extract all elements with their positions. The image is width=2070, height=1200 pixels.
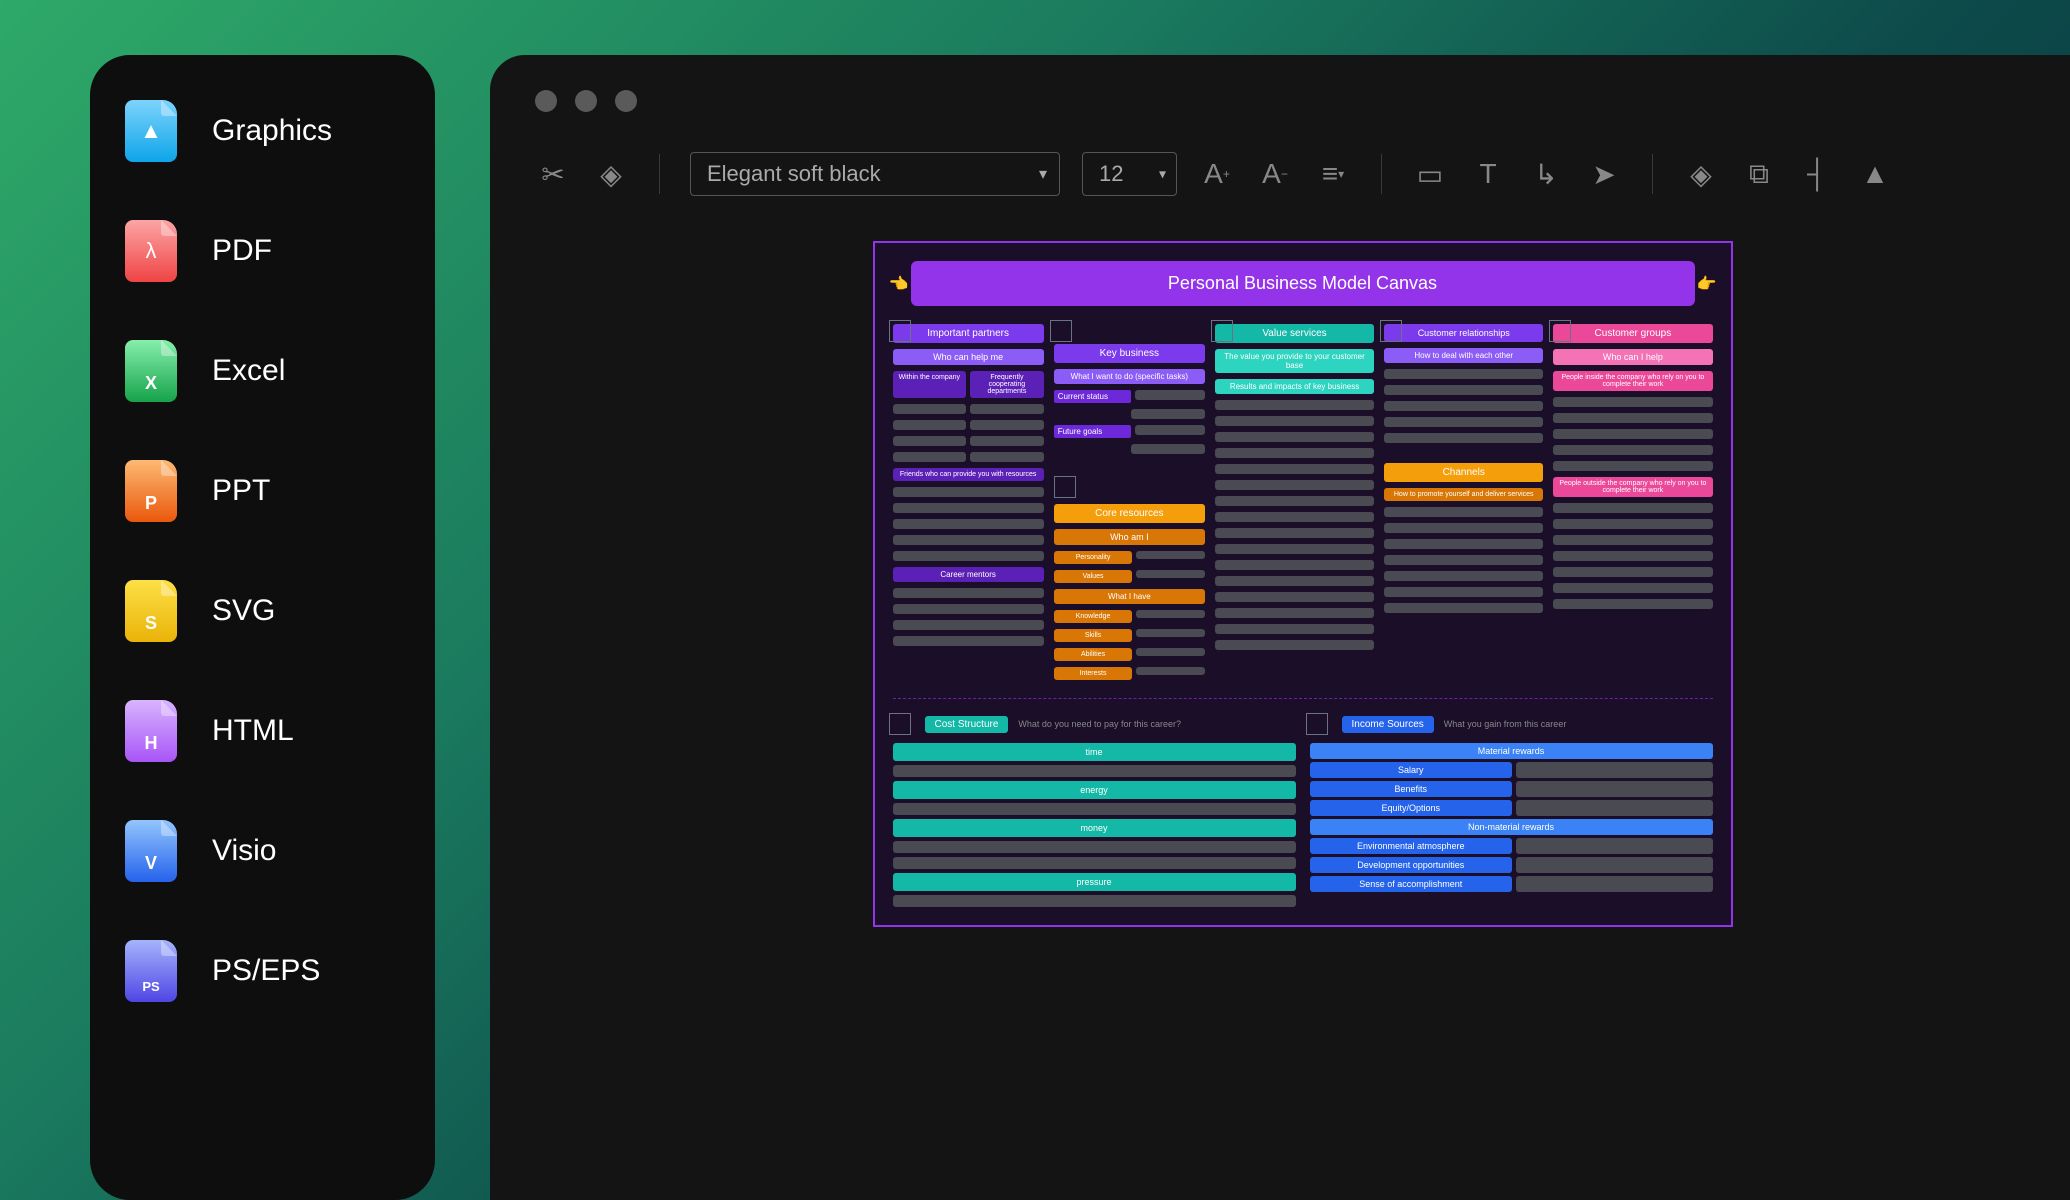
activities-column[interactable]: Key business What I want to do (specific… — [1054, 324, 1205, 680]
window-controls — [535, 90, 2070, 112]
canvas-title[interactable]: 👈 Personal Business Model Canvas 👉 — [911, 261, 1695, 306]
cost-column[interactable]: Cost Structure What do you need to pay f… — [893, 713, 1296, 907]
export-label: PDF — [212, 234, 272, 268]
app-window: ✂ ◈ Elegant soft black 12 A+ A− ≡▾ ▭ T ↳… — [490, 55, 2070, 1200]
export-excel[interactable]: X Excel — [125, 340, 400, 402]
toolbar: ✂ ◈ Elegant soft black 12 A+ A− ≡▾ ▭ T ↳… — [535, 152, 2070, 196]
text-icon[interactable]: T — [1470, 156, 1506, 192]
export-ps[interactable]: PS PS/EPS — [125, 940, 400, 1002]
export-label: SVG — [212, 594, 275, 628]
layers-icon[interactable]: ◈ — [1683, 156, 1719, 192]
export-ppt[interactable]: P PPT — [125, 460, 400, 522]
partners-column[interactable]: Important partners Who can help me Withi… — [893, 324, 1044, 680]
close-dot[interactable] — [535, 90, 557, 112]
export-label: HTML — [212, 714, 294, 748]
pointer-icon[interactable]: ➤ — [1586, 156, 1622, 192]
relationships-column[interactable]: Customer relationships How to deal with … — [1384, 324, 1543, 680]
format-painter-icon[interactable]: ◈ — [593, 156, 629, 192]
export-label: Excel — [212, 354, 285, 388]
export-pdf[interactable]: λ PDF — [125, 220, 400, 282]
export-visio[interactable]: V Visio — [125, 820, 400, 882]
income-column[interactable]: Income Sources What you gain from this c… — [1310, 713, 1713, 907]
export-html[interactable]: H HTML — [125, 700, 400, 762]
partners-sub: Who can help me — [893, 349, 1044, 365]
minimize-dot[interactable] — [575, 90, 597, 112]
flip-icon[interactable]: ▲ — [1857, 156, 1893, 192]
export-label: PPT — [212, 474, 270, 508]
customers-column[interactable]: Customer groups Who can I help People in… — [1553, 324, 1712, 680]
decrease-font-icon[interactable]: A− — [1257, 156, 1293, 192]
canvas[interactable]: 👈 Personal Business Model Canvas 👉 Impor… — [873, 241, 1733, 927]
hand-left-icon: 👈 — [889, 274, 909, 294]
font-size-select[interactable]: 12 — [1082, 152, 1177, 196]
connector-icon[interactable]: ↳ — [1528, 156, 1564, 192]
increase-font-icon[interactable]: A+ — [1199, 156, 1235, 192]
font-select[interactable]: Elegant soft black — [690, 152, 1060, 196]
export-label: Visio — [212, 834, 276, 868]
cut-icon[interactable]: ✂ — [535, 156, 571, 192]
export-graphics[interactable]: ▲ Graphics — [125, 100, 400, 162]
value-column[interactable]: Value services The value you provide to … — [1215, 324, 1374, 680]
hand-right-icon: 👉 — [1697, 274, 1717, 294]
export-svg[interactable]: S SVG — [125, 580, 400, 642]
group-icon[interactable]: ⧉ — [1741, 156, 1777, 192]
align-objects-icon[interactable]: ┤ — [1799, 156, 1835, 192]
rectangle-icon[interactable]: ▭ — [1412, 156, 1448, 192]
export-label: PS/EPS — [212, 954, 320, 988]
align-icon[interactable]: ≡▾ — [1315, 156, 1351, 192]
maximize-dot[interactable] — [615, 90, 637, 112]
export-label: Graphics — [212, 114, 332, 148]
export-sidebar: ▲ Graphics λ PDF X Excel P PPT S SVG H H… — [90, 55, 435, 1200]
partners-header: Important partners — [893, 324, 1044, 343]
